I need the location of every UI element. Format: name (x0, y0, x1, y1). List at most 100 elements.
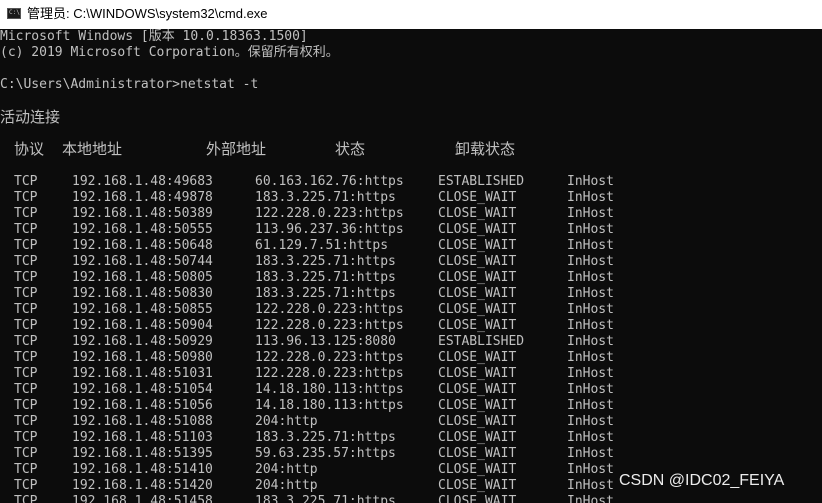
cell-state: ESTABLISHED (438, 174, 525, 189)
cell-local-address: 192.168.1.48:51458 (72, 494, 213, 503)
cell-state: CLOSE_WAIT (438, 350, 517, 365)
cell-offload-state: InHost (567, 334, 614, 349)
cell-offload-state: InHost (567, 302, 614, 317)
cell-foreign-address: 122.228.0.223:https (255, 366, 404, 381)
cell-local-address: 192.168.1.48:51088 (72, 414, 213, 429)
cell-state: CLOSE_WAIT (438, 398, 517, 413)
cell-local-address: 192.168.1.48:50555 (72, 222, 213, 237)
cell-offload-state: InHost (567, 398, 614, 413)
cell-local-address: 192.168.1.48:50389 (72, 206, 213, 221)
cell-foreign-address: 113.96.13.125:8080 (255, 334, 396, 349)
cell-local-address: 192.168.1.48:50830 (72, 286, 213, 301)
cell-foreign-address: 122.228.0.223:https (255, 302, 404, 317)
banner-line-copyright: (c) 2019 Microsoft Corporation。保留所有权利。 (0, 45, 339, 60)
cell-proto: TCP (14, 286, 38, 301)
cell-offload-state: InHost (567, 174, 614, 189)
cell-state: CLOSE_WAIT (438, 222, 517, 237)
cell-proto: TCP (14, 382, 38, 397)
cell-state: CLOSE_WAIT (438, 238, 517, 253)
cell-foreign-address: 204:http (255, 462, 318, 477)
cell-proto: TCP (14, 222, 38, 237)
cell-local-address: 192.168.1.48:50805 (72, 270, 213, 285)
command-prompt-line: C:\Users\Administrator>netstat -t (0, 77, 259, 92)
cell-proto: TCP (14, 238, 38, 253)
cell-proto: TCP (14, 462, 38, 477)
cell-state: CLOSE_WAIT (438, 366, 517, 381)
header-offload-state: 卸载状态 (455, 140, 516, 158)
cell-state: CLOSE_WAIT (438, 462, 517, 477)
cell-state: CLOSE_WAIT (438, 270, 517, 285)
cell-foreign-address: 183.3.225.71:https (255, 430, 396, 445)
cell-proto: TCP (14, 270, 38, 285)
cell-offload-state: InHost (567, 494, 614, 503)
cell-state: CLOSE_WAIT (438, 318, 517, 333)
cell-foreign-address: 183.3.225.71:https (255, 190, 396, 205)
cell-state: CLOSE_WAIT (438, 190, 517, 205)
cell-proto: TCP (14, 430, 38, 445)
cell-local-address: 192.168.1.48:51056 (72, 398, 213, 413)
cell-offload-state: InHost (567, 462, 614, 477)
cell-proto: TCP (14, 174, 38, 189)
cell-proto: TCP (14, 318, 38, 333)
cell-foreign-address: 59.63.235.57:https (255, 446, 396, 461)
cell-offload-state: InHost (567, 254, 614, 269)
header-proto: 协议 (14, 140, 45, 158)
cell-offload-state: InHost (567, 382, 614, 397)
header-local-address: 本地地址 (62, 140, 123, 158)
cell-proto: TCP (14, 206, 38, 221)
cell-foreign-address: 183.3.225.71:https (255, 254, 396, 269)
cell-foreign-address: 113.96.237.36:https (255, 222, 404, 237)
cell-proto: TCP (14, 446, 38, 461)
cell-state: CLOSE_WAIT (438, 206, 517, 221)
cell-proto: TCP (14, 302, 38, 317)
cell-offload-state: InHost (567, 366, 614, 381)
cell-state: CLOSE_WAIT (438, 254, 517, 269)
section-title: 活动连接 (0, 108, 61, 126)
cell-state: CLOSE_WAIT (438, 494, 517, 503)
cell-local-address: 192.168.1.48:51031 (72, 366, 213, 381)
cell-foreign-address: 183.3.225.71:https (255, 270, 396, 285)
cmd-icon (7, 8, 21, 19)
cell-local-address: 192.168.1.48:51103 (72, 430, 213, 445)
cell-offload-state: InHost (567, 478, 614, 493)
cell-offload-state: InHost (567, 286, 614, 301)
cell-proto: TCP (14, 190, 38, 205)
cell-local-address: 192.168.1.48:51410 (72, 462, 213, 477)
banner-line-version: Microsoft Windows [版本 10.0.18363.1500] (0, 29, 308, 44)
cell-foreign-address: 14.18.180.113:https (255, 382, 404, 397)
cell-local-address: 192.168.1.48:51420 (72, 478, 213, 493)
cell-state: CLOSE_WAIT (438, 382, 517, 397)
cell-foreign-address: 61.129.7.51:https (255, 238, 389, 253)
window-titlebar[interactable]: 管理员: C:\WINDOWS\system32\cmd.exe (0, 0, 822, 29)
cell-local-address: 192.168.1.48:51054 (72, 382, 213, 397)
cell-local-address: 192.168.1.48:51395 (72, 446, 213, 461)
cell-foreign-address: 122.228.0.223:https (255, 206, 404, 221)
cell-offload-state: InHost (567, 238, 614, 253)
cell-local-address: 192.168.1.48:50855 (72, 302, 213, 317)
cell-offload-state: InHost (567, 206, 614, 221)
cell-offload-state: InHost (567, 446, 614, 461)
cell-proto: TCP (14, 414, 38, 429)
cell-state: CLOSE_WAIT (438, 286, 517, 301)
cell-offload-state: InHost (567, 190, 614, 205)
cell-state: CLOSE_WAIT (438, 446, 517, 461)
cell-offload-state: InHost (567, 350, 614, 365)
cell-foreign-address: 122.228.0.223:https (255, 318, 404, 333)
cell-state: CLOSE_WAIT (438, 302, 517, 317)
cell-foreign-address: 204:http (255, 414, 318, 429)
cell-proto: TCP (14, 350, 38, 365)
console-output[interactable]: Microsoft Windows [版本 10.0.18363.1500] (… (0, 29, 822, 503)
cell-proto: TCP (14, 366, 38, 381)
header-foreign-address: 外部地址 (206, 140, 267, 158)
cell-proto: TCP (14, 254, 38, 269)
cell-foreign-address: 183.3.225.71:https (255, 494, 396, 503)
csdn-watermark: CSDN @IDC02_FEIYA (619, 472, 785, 489)
cell-offload-state: InHost (567, 430, 614, 445)
cell-foreign-address: 60.163.162.76:https (255, 174, 404, 189)
cell-state: CLOSE_WAIT (438, 414, 517, 429)
cell-proto: TCP (14, 398, 38, 413)
cell-local-address: 192.168.1.48:50904 (72, 318, 213, 333)
cell-local-address: 192.168.1.48:50744 (72, 254, 213, 269)
cell-state: ESTABLISHED (438, 334, 525, 349)
cell-proto: TCP (14, 478, 38, 493)
